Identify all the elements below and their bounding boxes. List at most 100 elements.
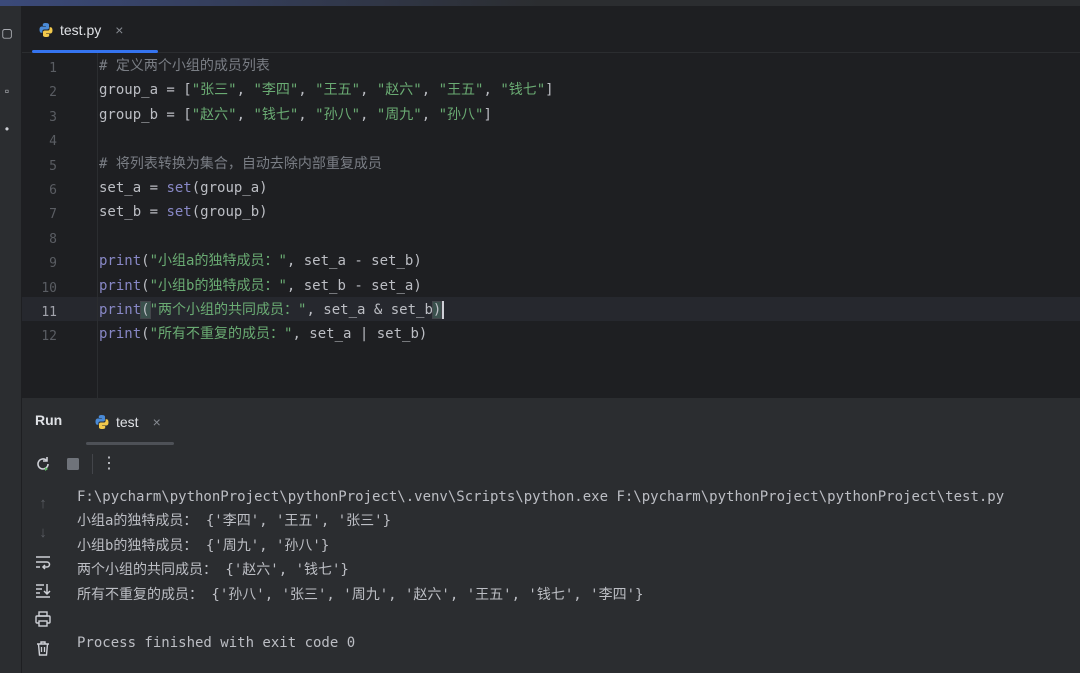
code-token: "两个小组的共同成员：": [149, 302, 307, 318]
code-token: ,: [483, 82, 501, 99]
code-line[interactable]: print("小组b的独特成员：", set_b - set_a): [99, 274, 422, 298]
code-token: (: [141, 326, 150, 343]
line-number: 6: [49, 183, 57, 198]
code-token: group_a = [: [99, 82, 192, 99]
code-token: "所有不重复的成员：": [149, 326, 293, 343]
code-token: # 将列表转换为集合，自动去除内部重复成员: [99, 155, 382, 172]
toolbar-separator: [92, 454, 93, 474]
code-token: , set_a & set_b: [306, 302, 433, 318]
code-line[interactable]: print("所有不重复的成员：", set_a | set_b): [99, 322, 427, 346]
code-token: print: [99, 326, 142, 343]
code-line[interactable]: print("两个小组的共同成员：", set_a & set_b): [99, 298, 445, 322]
console-output[interactable]: F:\pycharm\pythonProject\pythonProject\.…: [64, 483, 1080, 673]
code-token: print: [99, 277, 142, 294]
python-run-icon: [94, 414, 110, 430]
code-token: print: [99, 253, 142, 270]
console-line: F:\pycharm\pythonProject\pythonProject\.…: [77, 489, 1005, 505]
structure-icon[interactable]: ▫: [0, 84, 14, 98]
code-token: set_b =: [99, 204, 167, 221]
run-toolbar: ⋮: [22, 445, 1080, 483]
line-number-gutter: 1 2 3 4 5 6 7 8 9 10 11 12: [22, 53, 96, 398]
code-token: (: [141, 277, 150, 294]
code-line[interactable]: group_a = ["张三", "李四", "王五", "赵六", "王五",…: [99, 78, 554, 102]
line-number: 7: [49, 207, 57, 223]
code-token: ,: [236, 106, 254, 123]
code-token: ,: [421, 82, 439, 99]
code-token: "孙八": [438, 106, 484, 123]
python-file-icon: [38, 22, 54, 38]
code-line[interactable]: set_a = set(group_a): [99, 176, 268, 200]
code-token: # 定义两个小组的成员列表: [99, 58, 270, 74]
code-editor[interactable]: 1 2 3 4 5 6 7 8 9 10 11 12 # 定义两个小组的成员列表 group_a = […: [22, 53, 1080, 398]
code-line[interactable]: # 将列表转换为集合，自动去除内部重复成员: [99, 152, 382, 176]
code-line[interactable]: group_b = ["赵六", "钱七", "孙八", "周九", "孙八"]: [99, 103, 492, 127]
stop-icon[interactable]: [64, 455, 82, 473]
editor-tab-bar: test.py ×: [22, 6, 1080, 53]
text-caret: [442, 301, 445, 319]
code-token: ,: [360, 106, 377, 123]
line-number: 11: [41, 305, 57, 320]
close-icon[interactable]: ×: [153, 414, 161, 430]
code-token: "孙八": [315, 106, 361, 123]
code-token: (: [141, 253, 150, 270]
line-number: 4: [49, 134, 57, 150]
line-number: 2: [49, 85, 57, 101]
line-number: 10: [41, 280, 57, 296]
console-line: 小组a的独特成员： {'李四', '王五', '张三'}: [77, 513, 392, 530]
console-line: 两个小组的共同成员： {'赵六', '钱七'}: [77, 562, 349, 579]
line-number: 5: [49, 158, 57, 174]
more-icon[interactable]: ⋮: [100, 455, 118, 473]
code-token: "钱七": [253, 106, 299, 123]
print-icon[interactable]: [34, 610, 52, 628]
line-number: 9: [49, 256, 57, 272]
editor-tab-test-py[interactable]: test.py ×: [32, 6, 158, 53]
code-token: ]: [483, 106, 492, 123]
project-icon[interactable]: ▢: [0, 26, 14, 40]
down-arrow-icon[interactable]: ↓: [34, 524, 52, 542]
line-number: 3: [49, 109, 57, 125]
code-token: ]: [545, 82, 554, 99]
code-token: "周九": [376, 106, 422, 123]
code-token: ,: [421, 106, 439, 123]
up-arrow-icon[interactable]: ↑: [34, 495, 52, 513]
line-number: 1: [49, 61, 57, 76]
code-token: set_a =: [99, 180, 167, 196]
line-number: 12: [41, 329, 57, 345]
code-token: ,: [298, 106, 316, 123]
more-tools-icon[interactable]: •: [0, 122, 14, 136]
code-token: (group_b): [191, 204, 268, 221]
run-tool-window-header: Run test ×: [22, 398, 1080, 445]
code-token: ,: [360, 82, 377, 99]
close-icon[interactable]: ×: [115, 22, 123, 38]
line-number: 8: [49, 231, 57, 247]
code-token: "钱七": [500, 82, 546, 99]
code-line[interactable]: print("小组a的独特成员：", set_a - set_b): [99, 249, 422, 273]
run-config-tab-test[interactable]: test ×: [86, 398, 174, 445]
code-token: group_b = [: [99, 106, 192, 123]
run-tab-label: test: [116, 413, 139, 430]
code-token: (: [140, 301, 151, 319]
code-token: "赵六": [191, 106, 237, 123]
trash-icon[interactable]: [34, 639, 52, 657]
code-line[interactable]: # 定义两个小组的成员列表: [99, 54, 270, 78]
code-token: ,: [298, 82, 316, 99]
code-line[interactable]: set_b = set(group_b): [99, 200, 268, 224]
code-token: "小组a的独特成员：": [149, 253, 287, 270]
console-line: 小组b的独特成员： {'周九', '孙八'}: [77, 537, 330, 554]
code-token: set: [166, 180, 192, 196]
code-token: , set_a | set_b): [292, 326, 428, 343]
code-token: "王五": [438, 82, 484, 99]
code-token: set: [166, 204, 192, 221]
code-token: "张三": [191, 82, 237, 99]
scroll-to-end-icon[interactable]: [34, 581, 52, 599]
rerun-icon[interactable]: [34, 455, 52, 473]
console-line: 所有不重复的成员： {'孙八', '张三', '周九', '赵六', '王五',…: [77, 586, 644, 603]
code-token: ,: [236, 82, 254, 99]
gutter-divider: [97, 53, 98, 398]
code-token: ): [431, 301, 443, 319]
editor-tab-label: test.py: [60, 21, 102, 38]
console-line: Process finished with exit code 0: [77, 635, 356, 652]
code-token: "赵六": [376, 82, 422, 99]
soft-wrap-icon[interactable]: [34, 553, 52, 571]
code-token: , set_b - set_a): [286, 277, 422, 294]
